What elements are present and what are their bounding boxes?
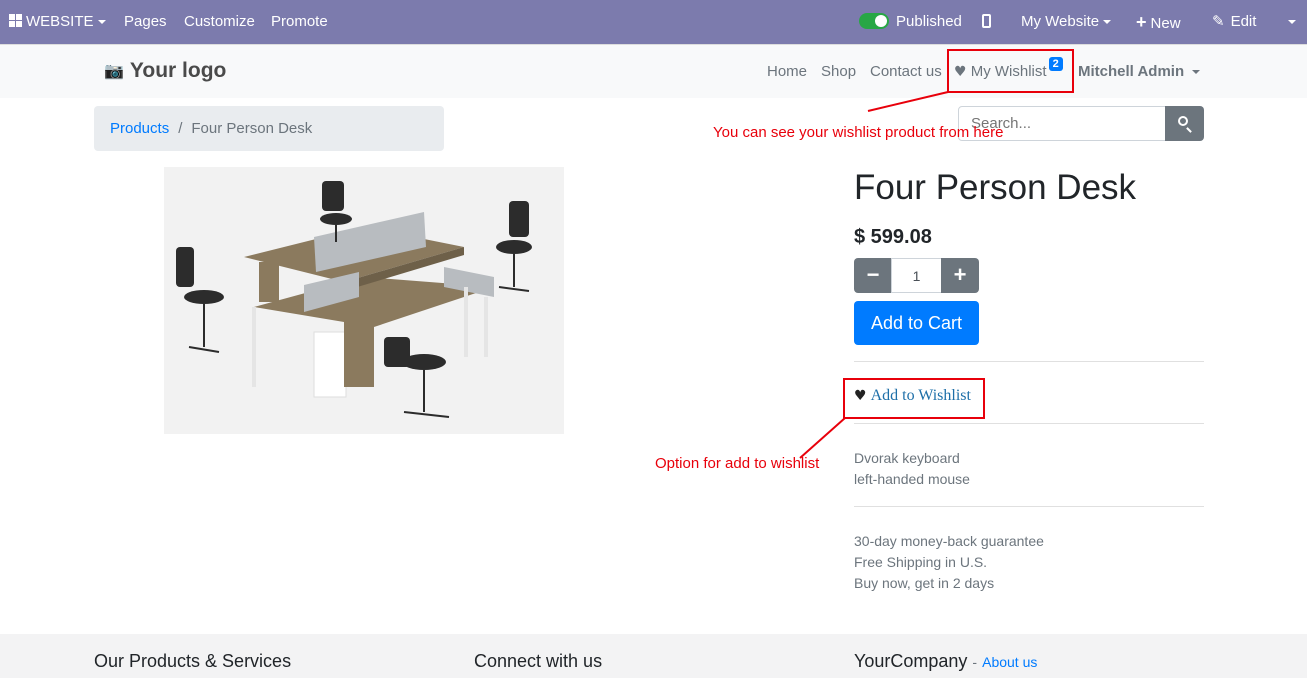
annotation-arrows — [799, 91, 949, 459]
wishlist-nav-annotation: You can see your wishlist product from h… — [713, 124, 1004, 141]
about-us-link[interactable]: About us — [982, 654, 1037, 670]
footer-company: YourCompany - About us — [854, 651, 1037, 672]
footer-products-title: Our Products & Services — [94, 651, 292, 671]
footer-connect-title: Connect with us — [474, 651, 603, 671]
company-name: YourCompany — [854, 651, 968, 671]
add-wishlist-annotation: Option for add to wishlist — [655, 455, 820, 472]
footer-separator: - — [972, 654, 978, 670]
